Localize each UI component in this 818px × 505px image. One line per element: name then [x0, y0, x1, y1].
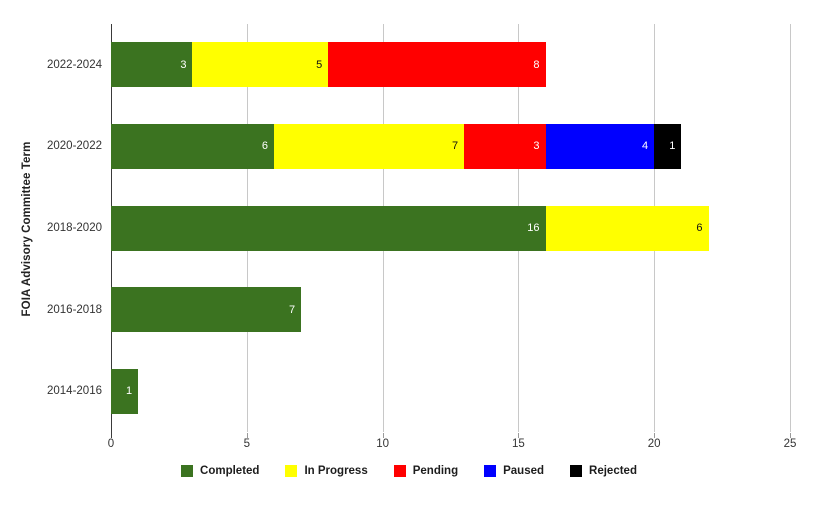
legend-label: Pending [412, 465, 459, 477]
legend-item[interactable]: Rejected [570, 465, 637, 477]
bar-segment-value-label: 1 [126, 385, 133, 398]
legend-item[interactable]: Paused [484, 465, 544, 477]
x-axis-tick-label: 15 [511, 438, 525, 450]
stacked-bar-chart: FOIA Advisory Committee Term 0 5 10 15 20 25 … [0, 0, 818, 505]
bar-segment-value-label: 1 [669, 140, 676, 153]
legend-swatch [484, 465, 497, 477]
legend-label: Completed [200, 465, 260, 477]
bar-segment[interactable]: 8 [328, 42, 546, 88]
bar-row: 3 5 8 [111, 42, 790, 88]
bar-segment[interactable]: 3 [464, 123, 546, 169]
bar-segment[interactable]: 4 [545, 123, 655, 169]
bar-segment-value-label: 3 [533, 140, 540, 153]
bar-segment-value-label: 8 [533, 58, 540, 71]
bar-segment[interactable]: 6 [111, 123, 274, 169]
bar-segment-value-label: 16 [527, 222, 540, 234]
legend-label: Rejected [589, 465, 637, 477]
x-axis-tick-label: 20 [647, 438, 661, 450]
bar-segment-value-label: 4 [642, 140, 649, 153]
bar-segment[interactable]: 16 [111, 205, 546, 251]
x-axis-tick-label: 0 [107, 438, 115, 450]
y-axis-category-label: 2020-2022 [47, 140, 102, 153]
bar-row: 6 7 3 4 1 [111, 123, 790, 169]
bar-segment[interactable]: 7 [273, 123, 465, 169]
x-axis-tick-label: 5 [243, 438, 250, 450]
bar-segment[interactable]: 3 [111, 42, 193, 88]
legend-swatch [393, 465, 406, 477]
legend-item[interactable]: Completed [181, 465, 259, 477]
legend-swatch [570, 465, 583, 477]
legend-item[interactable]: In Progress [285, 465, 368, 477]
bar-segment-value-label: 6 [261, 140, 268, 153]
bar-segment[interactable]: 7 [111, 287, 302, 333]
bar-segment-value-label: 6 [696, 222, 703, 234]
bar-row: 1 [111, 368, 790, 414]
bar-segment-value-label: 3 [180, 58, 187, 71]
y-axis-category-label: 2014-2016 [47, 385, 102, 398]
bar-row: 7 [111, 287, 790, 333]
y-axis-category-label: 2022-2024 [47, 58, 102, 71]
chart-legend: Completed In Progress Pending Paused Rejecte… [0, 465, 818, 477]
legend-label: In Progress [304, 465, 368, 477]
x-axis-tick-label: 25 [783, 438, 797, 450]
x-axis-tick-label: 10 [376, 438, 389, 450]
bar-segment[interactable]: 5 [192, 42, 329, 88]
y-axis-category-label: 2016-2018 [47, 303, 102, 316]
gridline [790, 24, 791, 432]
bar-segment[interactable]: 6 [545, 205, 709, 251]
y-axis-category-label: 2018-2020 [47, 222, 102, 234]
legend-item[interactable]: Pending [393, 465, 459, 477]
bar-segment[interactable]: 1 [111, 368, 139, 414]
legend-label: Paused [503, 465, 545, 477]
bar-segment-value-label: 7 [451, 140, 459, 153]
bar-segment-value-label: 5 [316, 58, 323, 71]
legend-swatch [181, 465, 194, 477]
legend-swatch [285, 465, 298, 477]
bar-segment-value-label: 7 [288, 303, 296, 316]
bar-row: 16 6 [111, 205, 790, 251]
bar-segment[interactable]: 1 [654, 123, 682, 169]
